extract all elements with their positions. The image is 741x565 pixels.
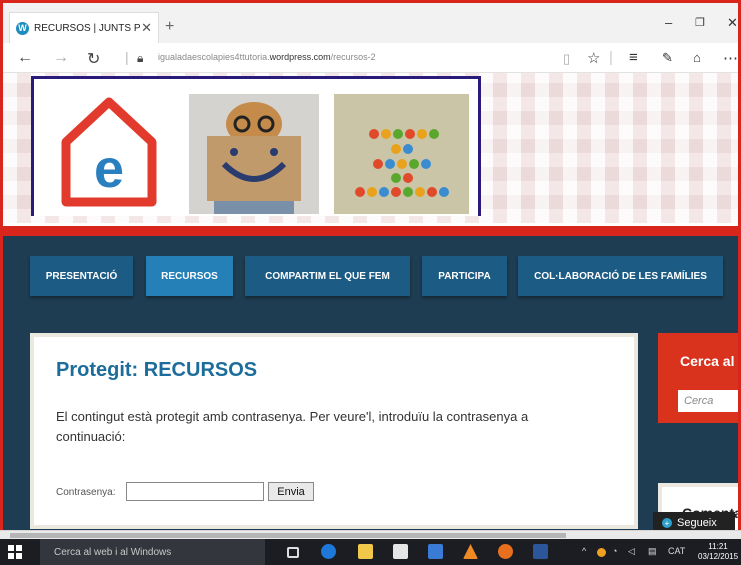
menu-item-participa[interactable]: PARTICIPA [422, 256, 507, 296]
submit-button[interactable]: Envia [268, 482, 314, 501]
windows-taskbar: Cerca al web i al Windows ^ ◔ ◁ ▤ CAT 11… [0, 539, 741, 565]
windows-start-icon[interactable] [8, 545, 22, 559]
vlc-icon[interactable] [463, 544, 478, 559]
app-icon[interactable] [428, 544, 443, 559]
menu-item-compartim[interactable]: COMPARTIM EL QUE FEM [245, 256, 410, 296]
password-label: Contrasenya: [56, 487, 116, 498]
web-note-icon[interactable]: ✎ [662, 50, 673, 66]
url-prefix: igualadaescolapies4ttutoria. [158, 52, 270, 62]
address-bar: ← → ↻ | 🔒︎ igualadaescolapies4ttutoria.w… [3, 43, 738, 73]
scrollbar-thumb[interactable] [10, 533, 566, 538]
clock-date: 03/12/2015 [698, 552, 739, 561]
refresh-icon[interactable]: ↻ [87, 49, 100, 69]
tab-title: RECURSOS | JUNTS PER [34, 22, 141, 34]
menu-item-presentacio[interactable]: PRESENTACIÓ [30, 256, 133, 296]
follow-label: Segueix [677, 517, 717, 529]
menu-item-recursos[interactable]: RECURSOS [146, 256, 233, 296]
reading-view-icon[interactable]: ▯ [563, 51, 570, 67]
restore-button[interactable]: ❐ [695, 16, 705, 29]
favorite-star-icon[interactable]: ☆ [587, 49, 600, 67]
volume-icon[interactable]: ◁ [628, 546, 635, 557]
header-accent-band [3, 226, 738, 236]
task-view-icon[interactable] [287, 547, 299, 558]
menu-item-col-laboracio[interactable]: COL·LABORACIÓ DE LES FAMÍLIES [518, 256, 723, 296]
password-input[interactable] [126, 482, 264, 501]
taskbar-clock[interactable]: 11:21 03/12/2015 [698, 542, 738, 562]
url-path: /recursos-2 [330, 52, 376, 62]
letters-photo [334, 94, 469, 214]
main-area: PRESENTACIÓ RECURSOS COMPARTIM EL QUE FE… [3, 236, 738, 543]
tab-bar: W RECURSOS | JUNTS PER ✕ + – ❐ ✕ [3, 3, 738, 43]
taskbar-search-placeholder: Cerca al web i al Windows [54, 546, 172, 558]
post-content: Protegit: RECURSOS El contingut està pro… [30, 333, 638, 529]
forward-arrow-icon[interactable]: → [53, 49, 69, 67]
search-widget: Cerca al Cerca [658, 333, 738, 423]
site-header: e [3, 73, 738, 223]
store-icon[interactable] [393, 544, 408, 559]
clock-time: 11:21 [708, 542, 728, 551]
browser-window: W RECURSOS | JUNTS PER ✕ + – ❐ ✕ ← → ↻ |… [0, 0, 741, 565]
file-explorer-icon[interactable] [358, 544, 373, 559]
wordpress-icon: W [16, 21, 29, 35]
divider: | [125, 49, 129, 65]
more-icon[interactable]: ⋯ [723, 49, 738, 67]
close-window-button[interactable]: ✕ [727, 15, 738, 31]
word-icon[interactable] [533, 544, 548, 559]
lock-icon: 🔒︎ [137, 51, 144, 65]
firefox-icon[interactable] [498, 544, 513, 559]
browser-tab[interactable]: W RECURSOS | JUNTS PER ✕ [9, 12, 159, 43]
search-input[interactable]: Cerca [678, 390, 738, 412]
edge-icon[interactable] [321, 544, 336, 559]
post-text: El contingut està protegit amb contrasen… [56, 409, 529, 444]
header-banner[interactable]: e [31, 76, 481, 216]
horizontal-scrollbar[interactable] [0, 530, 741, 539]
back-arrow-icon[interactable]: ← [17, 49, 33, 67]
plus-icon: + [662, 518, 672, 528]
site-logo: e [54, 87, 164, 212]
minimize-button[interactable]: – [665, 15, 672, 30]
network-icon[interactable]: ◔ [612, 546, 617, 556]
child-photo [189, 94, 319, 214]
tray-chevron-icon[interactable]: ^ [582, 546, 586, 556]
share-icon[interactable]: ⌂ [693, 50, 701, 65]
new-tab-button[interactable]: + [165, 18, 174, 36]
taskbar-search[interactable]: Cerca al web i al Windows [40, 539, 265, 565]
tray-app-icon[interactable] [597, 548, 606, 557]
post-title[interactable]: Protegit: RECURSOS [56, 359, 257, 382]
divider: | [609, 49, 613, 66]
notifications-icon[interactable]: ▤ [648, 546, 657, 557]
tab-close-icon[interactable]: ✕ [141, 20, 152, 36]
language-indicator[interactable]: CAT [668, 546, 685, 556]
url-field[interactable]: igualadaescolapies4ttutoria.wordpress.co… [158, 52, 376, 62]
search-widget-title: Cerca al [680, 353, 735, 369]
logo-letter: e [94, 139, 124, 199]
url-domain: wordpress.com [269, 52, 331, 62]
hub-icon[interactable]: ≡ [629, 49, 638, 66]
